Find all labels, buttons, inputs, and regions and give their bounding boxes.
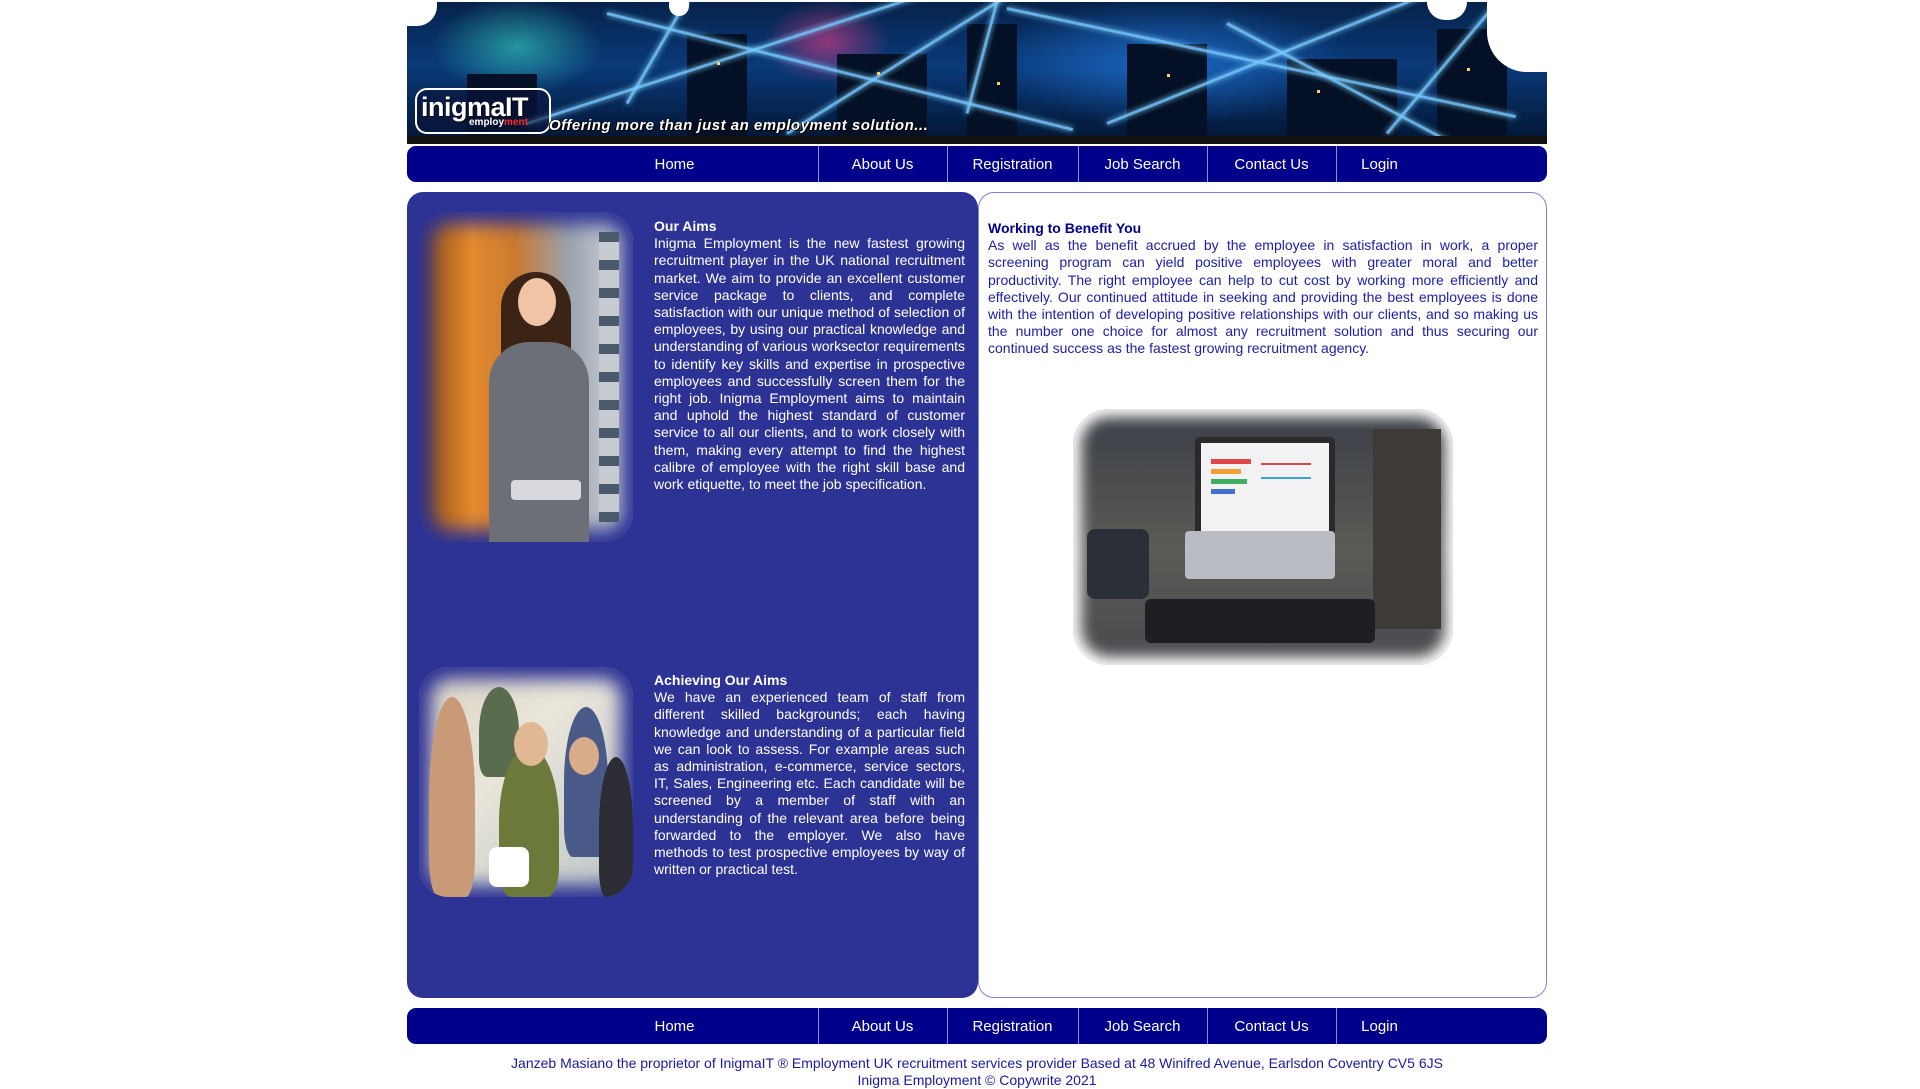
footer-nav-home-link[interactable]: Home (532, 1008, 819, 1044)
desk-laptop-photo (1073, 409, 1453, 665)
nav-registration-link[interactable]: Registration (948, 146, 1079, 182)
benefit-section: Working to Benefit You As well as the be… (988, 220, 1538, 358)
header-banner: inigmaIT employment Offering more than j… (407, 2, 1547, 144)
footer-nav-job-search-link[interactable]: Job Search (1079, 1008, 1208, 1044)
businesswoman-photo (419, 212, 633, 542)
benefit-text: As well as the benefit accrued by the em… (988, 237, 1538, 357)
our-aims-section: Our Aims Inigma Employment is the new fa… (654, 218, 965, 493)
page-wrapper: inigmaIT employment Offering more than j… (407, 0, 1547, 1088)
right-content-panel: Working to Benefit You As well as the be… (978, 192, 1547, 998)
footer-nav-registration-link[interactable]: Registration (948, 1008, 1079, 1044)
nav-contact-link[interactable]: Contact Us (1208, 146, 1337, 182)
left-content-panel: Our Aims Inigma Employment is the new fa… (407, 192, 978, 998)
footer-nav-about-link[interactable]: About Us (819, 1008, 948, 1044)
nav-home-link[interactable]: Home (532, 146, 819, 182)
our-aims-heading: Our Aims (654, 218, 717, 234)
footer-nav-contact-link[interactable]: Contact Us (1208, 1008, 1337, 1044)
our-aims-text: Inigma Employment is the new fastest gro… (654, 235, 965, 493)
banner-slogan: Offering more than just an employment so… (549, 117, 929, 134)
achieving-aims-section: Achieving Our Aims We have an experience… (654, 672, 965, 878)
benefit-heading: Working to Benefit You (988, 220, 1142, 236)
top-navigation: Home About Us Registration Job Search Co… (407, 146, 1547, 182)
achieving-aims-heading: Achieving Our Aims (654, 672, 788, 688)
nav-job-search-link[interactable]: Job Search (1079, 146, 1208, 182)
footer-proprietor-text: Janzeb Masiano the proprietor of InigmaI… (511, 1055, 1443, 1071)
footer-nav-login-link[interactable]: Login (1337, 1008, 1423, 1044)
nav-about-link[interactable]: About Us (819, 146, 948, 182)
achieving-aims-text: We have an experienced team of staff fro… (654, 689, 965, 878)
nav-login-link[interactable]: Login (1337, 146, 1423, 182)
team-meeting-photo (419, 667, 633, 897)
logo-subtext: employment (469, 117, 528, 128)
bottom-navigation: Home About Us Registration Job Search Co… (407, 1008, 1547, 1044)
footer-copyright-text: Inigma Employment © Copywrite 2021 (857, 1072, 1097, 1088)
banner-strip (407, 136, 1547, 144)
page-footer: Janzeb Masiano the proprietor of InigmaI… (407, 1055, 1547, 1089)
